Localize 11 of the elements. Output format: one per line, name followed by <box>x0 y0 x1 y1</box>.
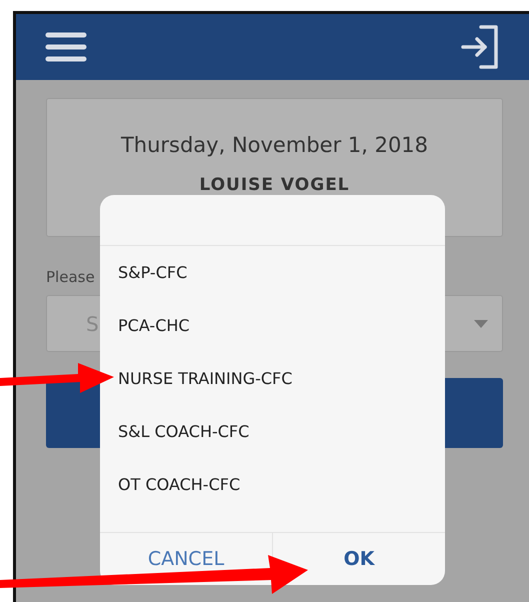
date-text: Thursday, November 1, 2018 <box>120 133 428 157</box>
field-label: Please <box>46 268 95 286</box>
logout-icon[interactable] <box>461 25 499 69</box>
dropdown-caret-icon <box>474 320 488 328</box>
option-item[interactable]: S&L COACH-CFC <box>100 405 445 458</box>
option-item[interactable]: NURSE TRAINING-CFC <box>100 352 445 405</box>
option-item[interactable]: PCA-CHC <box>100 299 445 352</box>
person-name: LOUISE VOGEL <box>199 175 350 195</box>
menu-icon[interactable] <box>45 32 87 62</box>
option-item[interactable]: S&P-CFC <box>100 246 445 299</box>
option-item[interactable]: OT COACH-CFC <box>100 458 445 511</box>
